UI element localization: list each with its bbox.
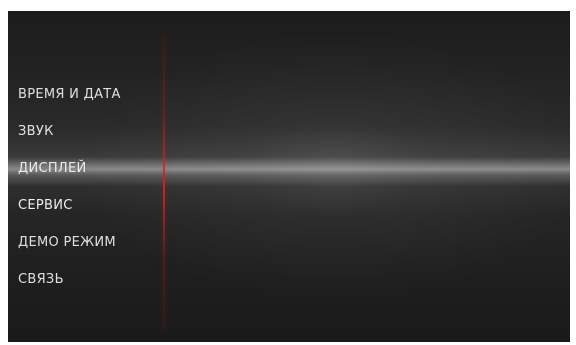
menu-divider: [163, 34, 165, 330]
menu-item-service[interactable]: СЕРВИС: [8, 187, 166, 224]
settings-screen: ВРЕМЯ И ДАТА ЗВУК ДИСПЛЕЙ СЕРВИС ДЕМО РЕ…: [8, 11, 570, 342]
menu-item-demo-mode[interactable]: ДЕМО РЕЖИМ: [8, 224, 166, 261]
settings-menu: ВРЕМЯ И ДАТА ЗВУК ДИСПЛЕЙ СЕРВИС ДЕМО РЕ…: [8, 76, 166, 298]
menu-item-connection[interactable]: СВЯЗЬ: [8, 261, 166, 298]
menu-item-time-date[interactable]: ВРЕМЯ И ДАТА: [8, 76, 166, 113]
menu-item-display[interactable]: ДИСПЛЕЙ: [8, 150, 166, 187]
content-area: [168, 11, 570, 342]
menu-item-sound[interactable]: ЗВУК: [8, 113, 166, 150]
